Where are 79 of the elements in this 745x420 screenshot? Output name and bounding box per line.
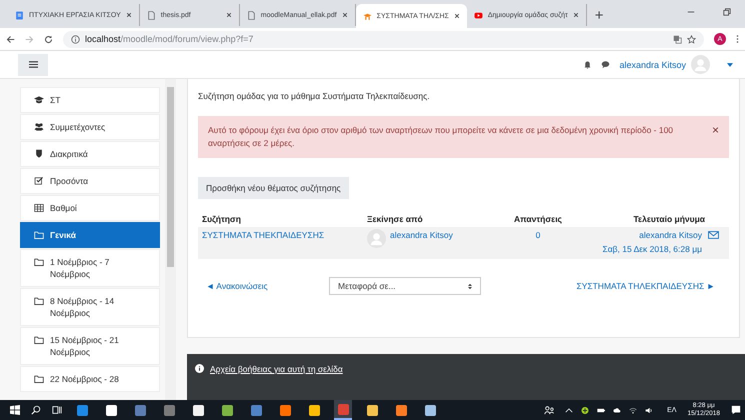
folder-icon bbox=[34, 335, 44, 345]
sidebar-item[interactable]: Προσόντα bbox=[20, 168, 160, 194]
next-activity-link[interactable]: ΣΥΣΤΗΜΑΤΑ ΤΗΛΕΚΠΑΙΔΕΥΣΗΣ ► bbox=[576, 281, 715, 291]
sidebar-item[interactable]: Συμμετέχοντες bbox=[20, 114, 160, 140]
add-discussion-button[interactable]: Προσθήκη νέου θέματος συζήτησης bbox=[198, 177, 349, 199]
info-icon bbox=[71, 34, 80, 44]
discussion-link[interactable]: ΣΥΣΤΗΜΑΤΑ ΤΗΕΚΠΑΙΔΕΥΣΗΣ bbox=[198, 230, 363, 254]
shield-icon bbox=[34, 149, 44, 159]
task-view-icon[interactable] bbox=[52, 405, 62, 415]
page-icon bbox=[246, 10, 256, 20]
windows-start-icon[interactable] bbox=[10, 405, 20, 415]
sidebar-item[interactable]: Διακριτικά bbox=[20, 141, 160, 167]
page-icon bbox=[146, 10, 156, 20]
column-header: Συζήτηση bbox=[201, 213, 242, 226]
search-icon[interactable] bbox=[31, 405, 41, 415]
alert-text: Αυτό το φόρουμ έχει ένα όριο στον αριθμό των αναρτήσεων που μπορείτε να κάνετε σε μια δεδομένη χρονική περίοδο - 100 αναρτήσεις σε 2 μέρες. bbox=[208, 124, 674, 150]
sidebar-item[interactable]: 1 Νοέμβριος - 7 Νοέμβριος bbox=[20, 249, 160, 287]
url-text: localhost/moodle/mod/forum/view.php?f=7 bbox=[85, 34, 254, 44]
close-button[interactable]: × bbox=[712, 124, 719, 150]
forum-intro-text: Συζήτηση ομάδας για το μάθημα Συστήματα Τηλεκπαίδευσης. bbox=[198, 91, 431, 101]
speaker-icon[interactable] bbox=[645, 406, 654, 414]
user-avatar-icon bbox=[367, 229, 386, 248]
sidebar-item[interactable]: Βαθμοί bbox=[20, 195, 160, 221]
previous-activity-link[interactable]: ◄ Ανακοινώσεις bbox=[206, 281, 268, 291]
sidebar-item[interactable]: 8 Νοέμβριος - 14 Νοέμβριος bbox=[20, 288, 160, 326]
folder-icon bbox=[34, 374, 44, 384]
folder-icon bbox=[34, 230, 44, 240]
cloud-icon[interactable] bbox=[613, 406, 622, 414]
help-link[interactable]: Αρχεία βοήθειας για αυτή τη σελίδα bbox=[210, 364, 343, 374]
chat-bubble-icon[interactable] bbox=[601, 60, 610, 69]
user-avatar-icon bbox=[691, 55, 710, 74]
column-header: Τελευταίο μήνυμα bbox=[632, 213, 706, 226]
video-icon bbox=[474, 10, 483, 20]
scrollbar[interactable] bbox=[165, 79, 176, 400]
people-icon[interactable] bbox=[544, 405, 554, 415]
sidebar-item[interactable]: 22 Νοέμβριος - 28 bbox=[20, 366, 160, 392]
author-link[interactable]: alexandra Kitsoy bbox=[639, 230, 702, 240]
sidebar-item[interactable]: Γενικά bbox=[20, 222, 160, 248]
folder-icon bbox=[34, 257, 44, 267]
caret-icon[interactable] bbox=[727, 62, 733, 66]
column-header: Ξεκίνησε από bbox=[366, 213, 424, 226]
user-menu-link[interactable]: alexandra Kitsoy bbox=[619, 60, 686, 70]
url-field[interactable]: localhost/moodle/mod/forum/view.php?f=7 bbox=[63, 30, 704, 48]
wifi-icon[interactable] bbox=[629, 406, 638, 414]
close-icon[interactable] bbox=[454, 13, 460, 19]
chevron-up-icon[interactable] bbox=[565, 406, 574, 414]
checkbox-icon bbox=[34, 176, 44, 186]
table-icon bbox=[34, 203, 44, 213]
star-icon[interactable] bbox=[687, 34, 696, 44]
sidebar-item[interactable]: ΣΤ bbox=[20, 87, 160, 113]
info-icon bbox=[195, 364, 204, 373]
menu-icon bbox=[28, 60, 38, 69]
close-icon[interactable] bbox=[342, 12, 348, 18]
close-icon[interactable] bbox=[572, 12, 579, 18]
last-post-date-link[interactable]: Σαβ, 15 Δεκ 2018, 6:28 μμ bbox=[602, 244, 702, 254]
close-icon[interactable] bbox=[126, 12, 132, 18]
notification-icon[interactable] bbox=[731, 405, 741, 415]
bell-icon[interactable] bbox=[583, 60, 592, 69]
plus-circle-icon[interactable] bbox=[581, 406, 590, 414]
column-header: Απαντήσεις bbox=[513, 213, 563, 226]
users-icon bbox=[34, 122, 44, 132]
envelope-icon[interactable] bbox=[708, 231, 719, 239]
author-link[interactable]: alexandra Kitsoy bbox=[390, 230, 453, 240]
battery-icon[interactable] bbox=[597, 406, 606, 414]
back-icon[interactable] bbox=[6, 34, 15, 44]
graduation-cap-icon bbox=[362, 12, 372, 20]
replies-link[interactable]: 0 bbox=[503, 230, 573, 254]
folder-icon bbox=[34, 296, 44, 306]
sort-arrows-icon bbox=[468, 282, 472, 290]
sidebar-item[interactable]: 15 Νοέμβριος - 21 Νοέμβριος bbox=[20, 327, 160, 365]
more-icon[interactable] bbox=[736, 34, 739, 44]
close-icon[interactable] bbox=[226, 12, 232, 18]
document-icon bbox=[15, 10, 24, 20]
new-tab-button[interactable]: + bbox=[586, 7, 612, 28]
menu-button[interactable] bbox=[18, 54, 48, 76]
jump-to-select[interactable]: Μεταφορά σε... bbox=[329, 277, 482, 295]
graduation-cap-icon bbox=[34, 95, 44, 105]
restore-icon[interactable] bbox=[723, 8, 731, 16]
reload-icon[interactable] bbox=[44, 34, 53, 44]
